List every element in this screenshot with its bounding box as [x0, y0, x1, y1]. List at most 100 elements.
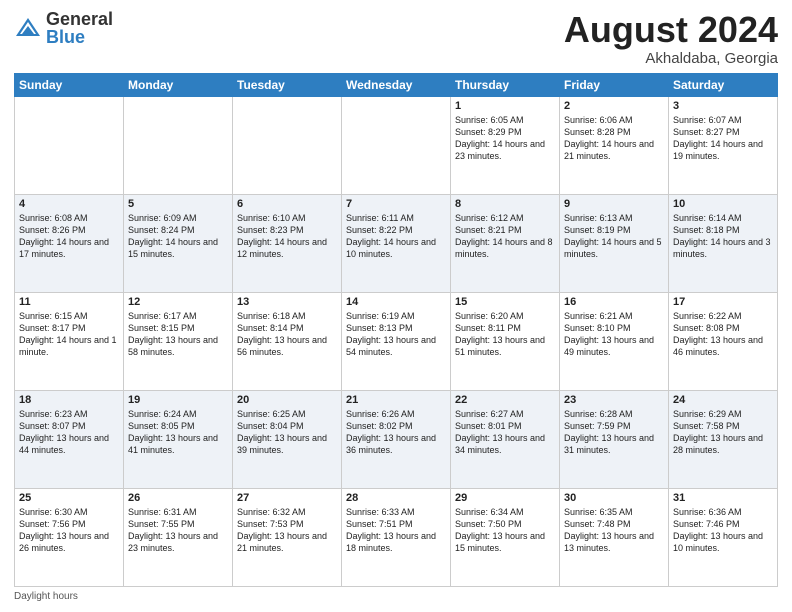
- table-row: 31Sunrise: 6:36 AM Sunset: 7:46 PM Dayli…: [669, 488, 778, 586]
- day-info: Sunrise: 6:36 AM Sunset: 7:46 PM Dayligh…: [673, 506, 773, 555]
- footer: Daylight hours: [14, 591, 778, 602]
- table-row: [233, 96, 342, 194]
- table-row: 13 Sunrise: 6:18 AM Sunset: 8:14 PM Dayli…: [233, 292, 342, 390]
- table-row: 14Sunrise: 6:19 AM Sunset: 8:13 PM Dayli…: [342, 292, 451, 390]
- day-number: 25: [19, 492, 119, 504]
- table-row: 6 Sunrise: 6:10 AM Sunset: 8:23 PM Daylig…: [233, 194, 342, 292]
- table-row: 19 Sunrise: 6:24 AM Sunset: 8:05 PM Dayli…: [124, 390, 233, 488]
- col-thursday: Thursday: [451, 73, 560, 96]
- table-row: 12 Sunrise: 6:17 AM Sunset: 8:15 PM Dayli…: [124, 292, 233, 390]
- day-number: 11: [19, 296, 119, 308]
- day-info: Sunrise: 6:10 AM Sunset: 8:23 PM Dayligh…: [237, 212, 337, 261]
- day-info: Sunrise: 6:24 AM Sunset: 8:05 PM Dayligh…: [128, 408, 228, 457]
- calendar-week-row: 11 Sunrise: 6:15 AM Sunset: 8:17 PM Dayli…: [15, 292, 778, 390]
- table-row: 20 Sunrise: 6:25 AM Sunset: 8:04 PM Dayli…: [233, 390, 342, 488]
- day-number: 9: [564, 198, 664, 210]
- calendar-week-row: 18Sunrise: 6:23 AM Sunset: 8:07 PM Dayli…: [15, 390, 778, 488]
- day-info: Sunrise: 6:15 AM Sunset: 8:17 PM Dayligh…: [19, 310, 119, 359]
- col-sunday: Sunday: [15, 73, 124, 96]
- day-info: Sunrise: 6:33 AM Sunset: 7:51 PM Dayligh…: [346, 506, 446, 555]
- day-number: 10: [673, 198, 773, 210]
- table-row: 5Sunrise: 6:09 AM Sunset: 8:24 PM Daylig…: [124, 194, 233, 292]
- logo-icon: [14, 14, 42, 42]
- day-info: Sunrise: 6:12 AM Sunset: 8:21 PM Dayligh…: [455, 212, 555, 261]
- day-info: Sunrise: 6:28 AM Sunset: 7:59 PM Dayligh…: [564, 408, 664, 457]
- calendar-header-row: Sunday Monday Tuesday Wednesday Thursday…: [15, 73, 778, 96]
- day-number: 23: [564, 394, 664, 406]
- day-number: 12: [128, 296, 228, 308]
- day-info: Sunrise: 6:32 AM Sunset: 7:53 PM Dayligh…: [237, 506, 337, 555]
- day-number: 1: [455, 100, 555, 112]
- col-friday: Friday: [560, 73, 669, 96]
- table-row: 24 Sunrise: 6:29 AM Sunset: 7:58 PM Dayli…: [669, 390, 778, 488]
- day-info: Sunrise: 6:07 AM Sunset: 8:27 PM Dayligh…: [673, 114, 773, 163]
- page: General Blue August 2024 Akhaldaba, Geor…: [0, 0, 792, 612]
- daylight-label: Daylight hours: [14, 591, 78, 602]
- day-info: Sunrise: 6:17 AM Sunset: 8:15 PM Dayligh…: [128, 310, 228, 359]
- day-number: 30: [564, 492, 664, 504]
- day-number: 26: [128, 492, 228, 504]
- day-number: 7: [346, 198, 446, 210]
- day-info: Sunrise: 6:25 AM Sunset: 8:04 PM Dayligh…: [237, 408, 337, 457]
- day-number: 22: [455, 394, 555, 406]
- table-row: 21 Sunrise: 6:26 AM Sunset: 8:02 PM Dayli…: [342, 390, 451, 488]
- col-wednesday: Wednesday: [342, 73, 451, 96]
- day-number: 21: [346, 394, 446, 406]
- day-info: Sunrise: 6:27 AM Sunset: 8:01 PM Dayligh…: [455, 408, 555, 457]
- day-info: Sunrise: 6:20 AM Sunset: 8:11 PM Dayligh…: [455, 310, 555, 359]
- day-info: Sunrise: 6:29 AM Sunset: 7:58 PM Dayligh…: [673, 408, 773, 457]
- table-row: [124, 96, 233, 194]
- table-row: 18Sunrise: 6:23 AM Sunset: 8:07 PM Dayli…: [15, 390, 124, 488]
- table-row: 1 Sunrise: 6:05 AM Sunset: 8:29 PM Daylig…: [451, 96, 560, 194]
- day-number: 13: [237, 296, 337, 308]
- table-row: 7Sunrise: 6:11 AM Sunset: 8:22 PM Daylig…: [342, 194, 451, 292]
- day-info: Sunrise: 6:05 AM Sunset: 8:29 PM Dayligh…: [455, 114, 555, 163]
- logo: General Blue: [14, 10, 113, 46]
- day-number: 27: [237, 492, 337, 504]
- day-info: Sunrise: 6:31 AM Sunset: 7:55 PM Dayligh…: [128, 506, 228, 555]
- header: General Blue August 2024 Akhaldaba, Geor…: [14, 10, 778, 67]
- logo-general-text: General: [46, 10, 113, 28]
- day-info: Sunrise: 6:09 AM Sunset: 8:24 PM Dayligh…: [128, 212, 228, 261]
- day-number: 3: [673, 100, 773, 112]
- location: Akhaldaba, Georgia: [564, 50, 778, 67]
- day-number: 29: [455, 492, 555, 504]
- col-tuesday: Tuesday: [233, 73, 342, 96]
- table-row: 2 Sunrise: 6:06 AM Sunset: 8:28 PM Daylig…: [560, 96, 669, 194]
- table-row: 9 Sunrise: 6:13 AM Sunset: 8:19 PM Daylig…: [560, 194, 669, 292]
- table-row: 30 Sunrise: 6:35 AM Sunset: 7:48 PM Dayli…: [560, 488, 669, 586]
- day-info: Sunrise: 6:26 AM Sunset: 8:02 PM Dayligh…: [346, 408, 446, 457]
- day-number: 19: [128, 394, 228, 406]
- month-year: August 2024: [564, 10, 778, 50]
- table-row: 4Sunrise: 6:08 AM Sunset: 8:26 PM Daylig…: [15, 194, 124, 292]
- day-info: Sunrise: 6:18 AM Sunset: 8:14 PM Dayligh…: [237, 310, 337, 359]
- day-number: 16: [564, 296, 664, 308]
- table-row: 28 Sunrise: 6:33 AM Sunset: 7:51 PM Dayli…: [342, 488, 451, 586]
- table-row: 27 Sunrise: 6:32 AM Sunset: 7:53 PM Dayli…: [233, 488, 342, 586]
- day-info: Sunrise: 6:35 AM Sunset: 7:48 PM Dayligh…: [564, 506, 664, 555]
- day-info: Sunrise: 6:13 AM Sunset: 8:19 PM Dayligh…: [564, 212, 664, 261]
- logo-blue-text: Blue: [46, 28, 113, 46]
- day-number: 17: [673, 296, 773, 308]
- table-row: 26 Sunrise: 6:31 AM Sunset: 7:55 PM Dayli…: [124, 488, 233, 586]
- day-info: Sunrise: 6:22 AM Sunset: 8:08 PM Dayligh…: [673, 310, 773, 359]
- day-number: 6: [237, 198, 337, 210]
- day-info: Sunrise: 6:19 AM Sunset: 8:13 PM Dayligh…: [346, 310, 446, 359]
- table-row: [15, 96, 124, 194]
- day-number: 24: [673, 394, 773, 406]
- table-row: 8 Sunrise: 6:12 AM Sunset: 8:21 PM Daylig…: [451, 194, 560, 292]
- table-row: 15 Sunrise: 6:20 AM Sunset: 8:11 PM Dayli…: [451, 292, 560, 390]
- day-info: Sunrise: 6:14 AM Sunset: 8:18 PM Dayligh…: [673, 212, 773, 261]
- table-row: 22 Sunrise: 6:27 AM Sunset: 8:01 PM Dayli…: [451, 390, 560, 488]
- day-info: Sunrise: 6:06 AM Sunset: 8:28 PM Dayligh…: [564, 114, 664, 163]
- calendar-week-row: 1 Sunrise: 6:05 AM Sunset: 8:29 PM Daylig…: [15, 96, 778, 194]
- day-number: 15: [455, 296, 555, 308]
- day-number: 28: [346, 492, 446, 504]
- day-number: 8: [455, 198, 555, 210]
- day-number: 4: [19, 198, 119, 210]
- calendar-week-row: 25 Sunrise: 6:30 AM Sunset: 7:56 PM Dayli…: [15, 488, 778, 586]
- day-info: Sunrise: 6:34 AM Sunset: 7:50 PM Dayligh…: [455, 506, 555, 555]
- day-number: 2: [564, 100, 664, 112]
- day-info: Sunrise: 6:30 AM Sunset: 7:56 PM Dayligh…: [19, 506, 119, 555]
- day-number: 20: [237, 394, 337, 406]
